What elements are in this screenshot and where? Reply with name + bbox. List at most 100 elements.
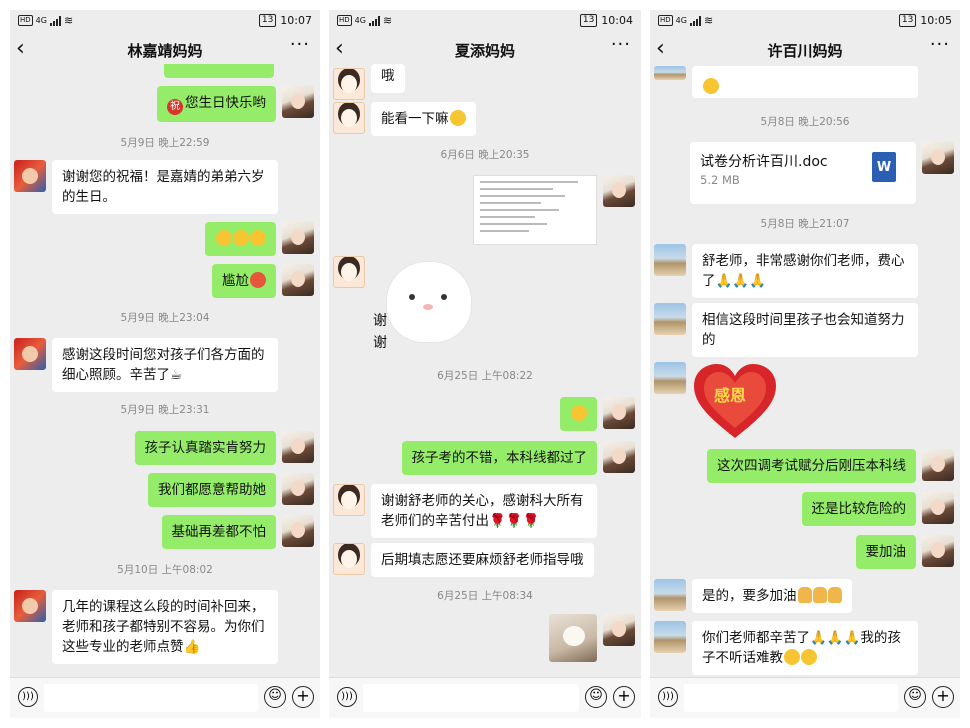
avatar[interactable] bbox=[603, 441, 635, 473]
message-text: 我们都愿意帮助她 bbox=[158, 482, 266, 498]
message-text: 哦 bbox=[381, 68, 395, 84]
emoji-icon[interactable]: ☺ bbox=[264, 686, 286, 708]
avatar[interactable] bbox=[333, 484, 365, 516]
avatar[interactable] bbox=[333, 102, 365, 134]
avatar[interactable] bbox=[282, 86, 314, 118]
chat-title: 林嘉靖妈妈 bbox=[127, 42, 203, 60]
message-text: 要加油 bbox=[865, 544, 907, 560]
avatar[interactable] bbox=[654, 579, 686, 611]
timestamp: 5月8日 晚上21:07 bbox=[760, 218, 850, 230]
chat-header: ‹ 林嘉靖妈妈 ··· bbox=[10, 34, 320, 66]
plus-icon[interactable]: + bbox=[613, 686, 635, 708]
chat-panel-1: HD 4G ≋ 13 10:07 ‹ 林嘉靖妈妈 ··· 祝您生日快乐哟 5月9日 晚… bbox=[10, 10, 320, 718]
more-icon[interactable]: ··· bbox=[290, 34, 310, 55]
message-bubble[interactable]: 这次四调考试赋分后刚压本科线 bbox=[707, 449, 916, 483]
avatar[interactable] bbox=[333, 68, 365, 100]
more-icon[interactable]: ··· bbox=[930, 34, 950, 55]
avatar[interactable] bbox=[654, 621, 686, 653]
message-bubble[interactable]: 祝您生日快乐哟 bbox=[157, 86, 276, 122]
eye-icon bbox=[409, 294, 415, 300]
message-bubble[interactable]: 能看一下嘛 bbox=[371, 102, 476, 136]
gratitude-heart-sticker[interactable]: 感恩 bbox=[690, 362, 780, 442]
avatar[interactable] bbox=[654, 362, 686, 394]
avatar[interactable] bbox=[654, 244, 686, 276]
message-text: 谢谢您的祝福！是嘉婧的弟弟六岁的生日。 bbox=[62, 169, 265, 205]
avatar[interactable] bbox=[14, 590, 46, 622]
message-input[interactable] bbox=[363, 684, 579, 712]
message-bubble[interactable]: 后期填志愿还要麻烦舒老师指导哦 bbox=[371, 543, 594, 577]
avatar[interactable] bbox=[603, 397, 635, 429]
message-bubble[interactable]: 谢谢您的祝福！是嘉婧的弟弟六岁的生日。 bbox=[52, 160, 278, 214]
message-bubble[interactable]: 是的，要多加油 bbox=[692, 579, 852, 613]
voice-icon[interactable]: ))) bbox=[337, 687, 357, 707]
message-bubble[interactable]: 感谢这段时间您对孩子们各方面的细心照顾。辛苦了☕ bbox=[52, 338, 278, 392]
document-image-thumbnail[interactable] bbox=[473, 175, 597, 245]
message-bubble[interactable]: 孩子考的不错，本科线都过了 bbox=[401, 441, 597, 475]
avatar[interactable] bbox=[282, 264, 314, 296]
message-bubble[interactable] bbox=[205, 222, 276, 256]
message-bubble[interactable]: 尴尬 bbox=[212, 264, 276, 298]
wifi-icon: ≋ bbox=[382, 14, 393, 27]
message-input[interactable] bbox=[44, 684, 258, 712]
plus-icon[interactable]: + bbox=[292, 686, 314, 708]
network-label: 4G bbox=[35, 16, 47, 25]
avatar[interactable] bbox=[603, 614, 635, 646]
avatar[interactable] bbox=[654, 66, 686, 80]
message-text: 孩子认真踏实肯努力 bbox=[144, 440, 267, 456]
avatar[interactable] bbox=[282, 431, 314, 463]
battery-icon: 13 bbox=[579, 14, 598, 27]
more-icon[interactable]: ··· bbox=[611, 34, 631, 55]
chat-header: ‹ 许百川妈妈 ··· bbox=[650, 34, 960, 66]
message-input[interactable] bbox=[684, 684, 898, 712]
network-label: 4G bbox=[675, 16, 687, 25]
timestamp: 6月25日 上午08:34 bbox=[437, 590, 533, 602]
voice-icon[interactable]: ))) bbox=[658, 687, 678, 707]
message-bubble[interactable] bbox=[164, 64, 274, 78]
file-message-card[interactable]: 试卷分析许百川.doc 5.2 MB W bbox=[690, 142, 916, 204]
avatar[interactable] bbox=[14, 160, 46, 192]
hd-icon: HD bbox=[658, 15, 673, 26]
avatar[interactable] bbox=[282, 515, 314, 547]
avatar[interactable] bbox=[922, 492, 954, 524]
voice-icon[interactable]: ))) bbox=[18, 687, 38, 707]
message-bubble[interactable]: 还是比较危险的 bbox=[801, 492, 916, 526]
cat-photo-image[interactable] bbox=[549, 614, 597, 662]
avatar[interactable] bbox=[333, 256, 365, 288]
avatar[interactable] bbox=[922, 449, 954, 481]
message-text: 还是比较危险的 bbox=[811, 501, 907, 517]
battery-icon: 13 bbox=[898, 14, 917, 27]
message-bubble[interactable]: 几年的课程这么段的时间补回来，老师和孩子都特别不容易。为你们这些专业的老师点赞👍 bbox=[52, 590, 278, 664]
network-label: 4G bbox=[354, 16, 366, 25]
message-bubble[interactable]: 谢谢舒老师的关心，感谢科大所有老师们的辛苦付出🌹🌹🌹 bbox=[371, 484, 597, 538]
avatar[interactable] bbox=[922, 142, 954, 174]
message-text: 能看一下嘛 bbox=[381, 111, 449, 127]
message-bubble[interactable] bbox=[560, 397, 597, 431]
emoji-icon[interactable]: ☺ bbox=[904, 686, 926, 708]
avatar[interactable] bbox=[654, 303, 686, 335]
sticker-text: 谢 bbox=[373, 313, 387, 329]
message-bubble[interactable]: 哦 bbox=[371, 64, 405, 93]
message-bubble[interactable]: 我们都愿意帮助她 bbox=[148, 473, 276, 507]
plus-icon[interactable]: + bbox=[932, 686, 954, 708]
thanks-sticker[interactable]: 谢 谢 bbox=[369, 258, 479, 358]
message-bubble[interactable]: 基础再差都不怕 bbox=[161, 515, 276, 549]
avatar[interactable] bbox=[922, 535, 954, 567]
message-bubble[interactable]: 要加油 bbox=[855, 535, 916, 569]
avatar[interactable] bbox=[333, 543, 365, 575]
avatar[interactable] bbox=[14, 338, 46, 370]
hd-icon: HD bbox=[337, 15, 352, 26]
input-bar: ))) ☺ + bbox=[10, 677, 320, 718]
avatar[interactable] bbox=[282, 222, 314, 254]
avatar[interactable] bbox=[282, 473, 314, 505]
message-text: 孩子考的不错，本科线都过了 bbox=[411, 450, 588, 466]
timestamp: 5月8日 晚上20:56 bbox=[760, 116, 850, 128]
emoji-icon[interactable]: ☺ bbox=[585, 686, 607, 708]
message-bubble[interactable] bbox=[692, 66, 918, 98]
message-text: 尴尬 bbox=[222, 273, 249, 289]
avatar[interactable] bbox=[603, 175, 635, 207]
timestamp: 5月9日 晚上22:59 bbox=[120, 137, 210, 149]
message-bubble[interactable]: 相信这段时间里孩子也会知道努力的 bbox=[692, 303, 918, 357]
message-bubble[interactable]: 舒老师，非常感谢你们老师，费心了🙏🙏🙏 bbox=[692, 244, 918, 298]
message-bubble[interactable]: 孩子认真踏实肯努力 bbox=[134, 431, 276, 465]
message-bubble[interactable]: 你们老师都辛苦了🙏🙏🙏我的孩子不听话难教 bbox=[692, 621, 918, 675]
